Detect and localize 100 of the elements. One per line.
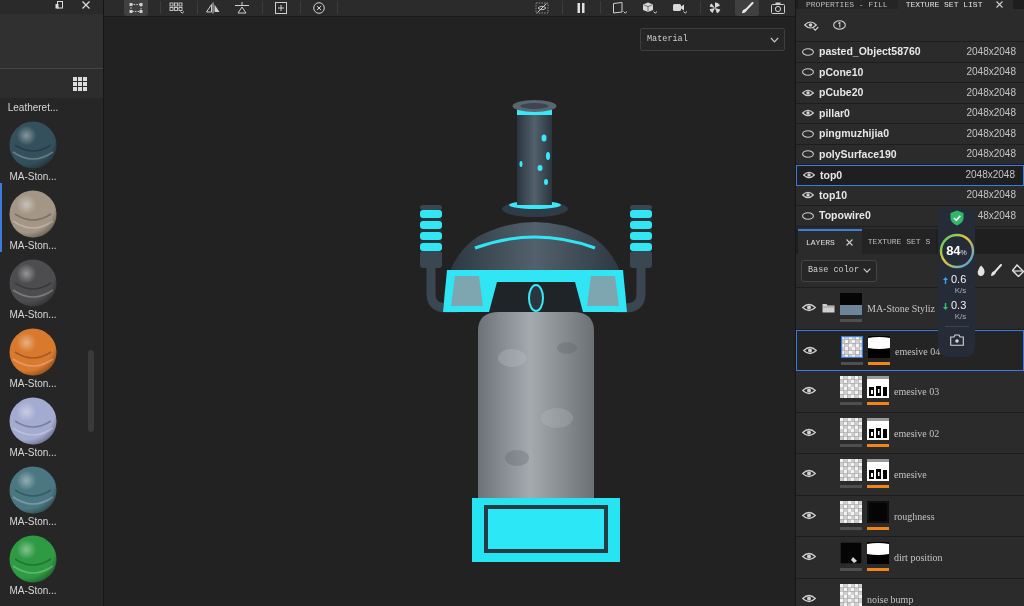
- layer-row[interactable]: roughness: [796, 495, 1024, 537]
- material-item[interactable]: MA-Ston...: [0, 390, 64, 459]
- brush-icon[interactable]: [990, 264, 1002, 277]
- material-item[interactable]: MA-Ston...: [0, 114, 64, 183]
- mask-thumbnail: [867, 417, 889, 440]
- camera-icon[interactable]: [949, 334, 964, 346]
- eye-icon[interactable]: [803, 171, 815, 180]
- eye-check-icon[interactable]: [804, 19, 819, 31]
- gauge-ring-icon: [938, 233, 975, 269]
- eye-icon[interactable]: [802, 386, 816, 395]
- clock-cross-icon: [311, 2, 327, 14]
- material-item[interactable]: Leatheret...: [0, 98, 64, 114]
- texture-set-row[interactable]: pasted_Object58760 2048x2048: [796, 42, 1024, 63]
- layer-row[interactable]: emesive 03: [796, 371, 1024, 413]
- window-icon[interactable]: [55, 1, 63, 9]
- eye-icon[interactable]: [802, 593, 816, 603]
- eye-outline-icon[interactable]: [802, 68, 814, 77]
- eye-icon[interactable]: [802, 109, 814, 118]
- grid-caret-icon: [169, 2, 185, 14]
- usage-percent: 84: [946, 244, 961, 258]
- texture-set-name: pillar0: [819, 106, 850, 120]
- checker-thumbnail: [840, 459, 862, 481]
- texture-set-row[interactable]: pCone10 2048x2048: [796, 62, 1024, 83]
- chevron-down-icon: [863, 268, 871, 273]
- grid-view-icon[interactable]: [73, 76, 87, 91]
- material-label: MA-Ston...: [9, 447, 57, 459]
- texture-set-name: pCone10: [819, 65, 864, 79]
- checker-thumbnail: [841, 335, 863, 358]
- layer-row[interactable]: dirt position: [796, 537, 1024, 579]
- eye-icon[interactable]: [802, 88, 814, 97]
- blob-icon[interactable]: [977, 264, 985, 277]
- layer-name: MA-Stone Styliz: [867, 302, 936, 315]
- texture-set-row[interactable]: top10 2048x2048: [796, 185, 1024, 206]
- mask-thumbnail: [867, 542, 889, 564]
- eye-outline-icon[interactable]: [802, 47, 814, 56]
- mask-thumbnail: [867, 376, 889, 398]
- cube-caret-icon: [642, 2, 658, 14]
- close-icon[interactable]: [82, 1, 90, 9]
- eye-icon[interactable]: [803, 345, 817, 355]
- checker-thumbnail: [840, 376, 862, 398]
- texture-set-name: Topowire0: [819, 209, 871, 223]
- layer-row[interactable]: emesive 02: [796, 412, 1024, 454]
- eye-icon[interactable]: [802, 427, 816, 437]
- fill-thumbnail: [840, 542, 862, 564]
- eye-icon[interactable]: [802, 303, 816, 312]
- camera-icon: [770, 2, 786, 14]
- down-arrow-icon: [943, 303, 948, 310]
- toolbar-button[interactable]: [124, 0, 148, 16]
- folder-thumbnail: [840, 293, 862, 315]
- eye-icon[interactable]: [802, 552, 816, 561]
- paint-bucket-icon[interactable]: [1012, 264, 1024, 277]
- oval-one-icon[interactable]: [833, 20, 846, 30]
- texture-set-resolution: 2048x2048: [965, 169, 1015, 182]
- symmetry-plane-icon: [234, 2, 250, 14]
- chevron-down-icon: [770, 36, 779, 43]
- texture-set-row[interactable]: top0 2048x2048: [796, 165, 1024, 186]
- upload-speed: 0.6: [951, 273, 967, 286]
- mask-thumbnail: [867, 500, 889, 523]
- material-item[interactable]: MA-Ston...: [0, 459, 64, 528]
- eye-outline-icon[interactable]: [802, 211, 814, 220]
- material-item[interactable]: MA-Ston...: [0, 252, 64, 321]
- mask-thumbnail: [868, 335, 890, 358]
- thumbnail-strip: [840, 319, 862, 322]
- material-item[interactable]: MA-Ston...: [0, 183, 64, 252]
- speed-unit: K/s: [954, 312, 967, 322]
- layer-row[interactable]: noise bump: [796, 578, 1024, 606]
- material-item[interactable]: MA-Ston...: [0, 321, 64, 390]
- texture-set-row[interactable]: pillar0 2048x2048: [796, 103, 1024, 124]
- checker-thumbnail: [840, 417, 862, 440]
- panel-tab[interactable]: LAYERS: [798, 229, 862, 254]
- eye-outline-icon[interactable]: [802, 129, 814, 138]
- panel-tab[interactable]: PROPERTIES - FILL: [798, 0, 898, 9]
- mask-strip: [867, 568, 889, 571]
- thumbnail-strip: [840, 568, 862, 571]
- texture-set-name: top0: [820, 168, 843, 182]
- channel-dropdown[interactable]: Base color: [801, 259, 877, 282]
- texture-set-resolution: 2048x2048: [966, 45, 1016, 58]
- texture-set-row[interactable]: pingmuzhijia0 2048x2048: [796, 124, 1024, 145]
- checker-thumbnail: [840, 500, 862, 523]
- toolbar-button[interactable]: [735, 0, 759, 16]
- material-item[interactable]: MA-Ston...: [0, 528, 64, 597]
- texture-set-resolution: 48x2048: [977, 209, 1016, 222]
- panel-tab[interactable]: TEXTURE SET S: [861, 229, 937, 254]
- layer-row[interactable]: emesive: [796, 454, 1024, 496]
- mask-thumbnail: [867, 459, 889, 481]
- eye-icon[interactable]: [802, 510, 816, 520]
- eye-icon[interactable]: [802, 191, 814, 200]
- mask-strip: [868, 361, 890, 365]
- close-icon[interactable]: [996, 1, 1004, 8]
- up-arrow-icon: [943, 277, 948, 284]
- mask-strip: [867, 402, 889, 405]
- layer-name: emesive 03: [894, 385, 940, 398]
- close-icon[interactable]: [845, 239, 853, 246]
- material-label: MA-Ston...: [9, 516, 57, 528]
- material-label: Leatheret...: [7, 102, 59, 114]
- view-mode-dropdown[interactable]: Material: [640, 28, 785, 51]
- eye-icon[interactable]: [802, 469, 816, 478]
- eye-outline-icon[interactable]: [802, 150, 814, 159]
- texture-set-row[interactable]: pCube20 2048x2048: [796, 83, 1024, 104]
- panel-tab[interactable]: TEXTURE SET LIST: [897, 0, 1014, 9]
